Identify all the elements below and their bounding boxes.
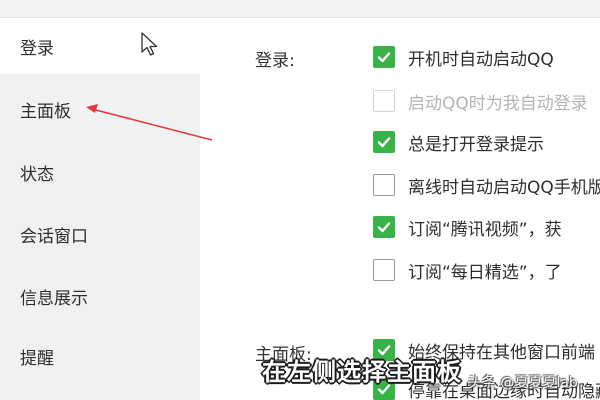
checkmark-icon <box>377 222 391 233</box>
option-label: 订阅“腾讯视频”，获 <box>408 219 562 240</box>
sidebar-item-reminders[interactable]: 提醒 <box>0 328 200 384</box>
sidebar-item-label: 会话窗口 <box>20 226 88 247</box>
checkbox-unchecked[interactable] <box>373 174 395 196</box>
sidebar-item-chat-window[interactable]: 会话窗口 <box>0 206 200 262</box>
option-auto-login[interactable]: 启动QQ时为我自动登录 <box>373 88 588 114</box>
sidebar-item-label: 信息展示 <box>20 288 88 309</box>
checkbox-checked[interactable] <box>373 46 395 68</box>
sidebar-item-label: 状态 <box>20 164 54 185</box>
sidebar-item-label: 提醒 <box>20 348 54 369</box>
option-label: 开机时自动启动QQ <box>408 49 554 70</box>
option-subscribe-daily-picks[interactable]: 订阅“每日精选”，了 <box>373 257 562 283</box>
sidebar-item-main-panel[interactable]: 主面板 <box>0 81 200 137</box>
login-section-label: 登录: <box>255 51 295 71</box>
checkbox-checked[interactable] <box>373 216 395 238</box>
sidebar-item-status[interactable]: 状态 <box>0 144 200 200</box>
option-label: 离线时自动启动QQ手机版 <box>408 177 600 198</box>
watermark: 头条 @夏夏夏lab <box>468 375 578 391</box>
checkbox-unchecked[interactable] <box>373 259 395 281</box>
video-caption: 在左侧选择主面板 <box>262 358 462 386</box>
settings-sidebar: 登录 主面板 状态 会话窗口 信息展示 提醒 <box>0 18 200 400</box>
option-login-tips[interactable]: 总是打开登录提示 <box>373 129 544 155</box>
checkmark-icon <box>377 137 391 148</box>
option-label: 订阅“每日精选”，了 <box>408 262 562 283</box>
sidebar-item-info-display[interactable]: 信息展示 <box>0 268 200 324</box>
mouse-pointer-icon <box>141 32 158 56</box>
sidebar-item-label: 主面板 <box>20 101 71 122</box>
option-auto-start-qq[interactable]: 开机时自动启动QQ <box>373 44 554 70</box>
option-subscribe-tencent-video[interactable]: 订阅“腾讯视频”，获 <box>373 214 562 240</box>
checkmark-icon <box>377 52 391 63</box>
checkbox-disabled[interactable] <box>373 90 395 112</box>
option-label: 启动QQ时为我自动登录 <box>408 93 588 114</box>
option-offline-mobile-qq[interactable]: 离线时自动启动QQ手机版 <box>373 172 600 198</box>
option-label: 总是打开登录提示 <box>408 134 544 155</box>
sidebar-item-login[interactable]: 登录 <box>0 18 200 74</box>
window-top-bar <box>0 0 600 18</box>
checkbox-checked[interactable] <box>373 131 395 153</box>
sidebar-item-label: 登录 <box>20 38 54 59</box>
